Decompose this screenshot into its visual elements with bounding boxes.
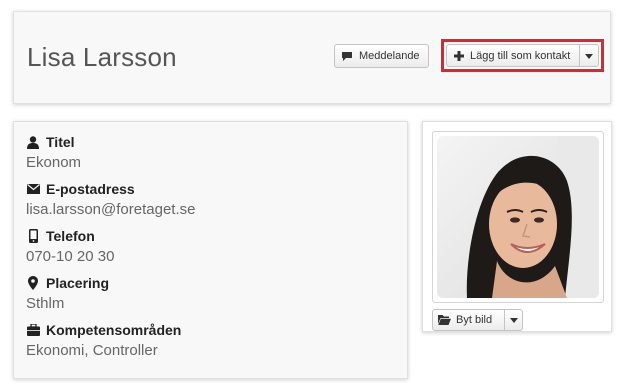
add-contact-label: Lägg till som kontakt <box>470 49 571 62</box>
caret-down-icon <box>585 50 593 62</box>
field-email: E-postadress lisa.larsson@foretaget.se <box>26 181 195 218</box>
person-name: Lisa Larsson <box>27 42 177 72</box>
field-competence-label: Kompetensområden <box>46 322 182 338</box>
field-competence-value: Ekonomi, Controller <box>26 342 158 359</box>
add-contact-dropdown-toggle[interactable] <box>579 45 598 66</box>
add-contact-button[interactable]: Lägg till som kontakt <box>446 44 599 67</box>
field-phone-value: 070-10 20 30 <box>26 248 115 265</box>
phone-icon <box>26 229 40 243</box>
field-title: Titel Ekonom <box>26 134 81 171</box>
field-title-label: Titel <box>46 134 75 150</box>
field-location: Placering Sthlm <box>26 275 109 312</box>
add-contact-main[interactable]: Lägg till som kontakt <box>447 45 576 66</box>
briefcase-icon <box>26 324 40 336</box>
folder-open-icon <box>438 315 451 325</box>
change-photo-label: Byt bild <box>456 314 493 326</box>
profile-photo <box>432 131 604 303</box>
comment-icon <box>341 51 353 62</box>
field-title-value: Ekonom <box>26 154 82 171</box>
message-button[interactable]: Meddelande <box>334 44 429 68</box>
add-contact-highlight: Lägg till som kontakt <box>441 39 604 72</box>
profile-details: Titel Ekonom E-postadress lisa.larsson@f… <box>13 121 408 379</box>
field-phone: Telefon 070-10 20 30 <box>26 228 114 265</box>
field-phone-label: Telefon <box>46 228 95 244</box>
change-photo-main[interactable]: Byt bild <box>433 310 497 330</box>
field-email-value: lisa.larsson@foretaget.se <box>26 201 196 218</box>
plus-icon <box>454 50 464 61</box>
caret-down-icon <box>509 314 518 326</box>
change-photo-button[interactable]: Byt bild <box>432 309 523 331</box>
user-icon <box>26 135 40 149</box>
message-button-label: Meddelande <box>359 50 420 62</box>
field-competence: Kompetensområden Ekonomi, Controller <box>26 322 181 359</box>
field-location-value: Sthlm <box>26 295 65 312</box>
field-location-label: Placering <box>46 275 110 291</box>
field-email-label: E-postadress <box>46 181 135 197</box>
photo-card: Byt bild <box>422 121 612 332</box>
profile-header: Lisa Larsson Meddelande Lägg till som ko… <box>13 11 611 104</box>
change-photo-dropdown-toggle[interactable] <box>504 310 522 330</box>
envelope-icon <box>26 184 40 194</box>
map-marker-icon <box>26 276 40 290</box>
